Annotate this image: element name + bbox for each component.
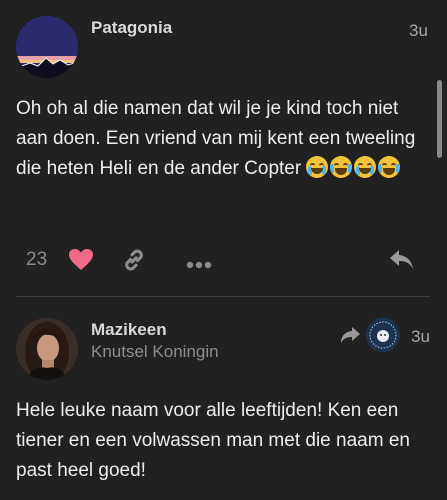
post2-body: Hele leuke naam voor alle leeftijden! Ke… [16,400,410,481]
post2-username[interactable]: Mazikeen [91,320,167,340]
like-count[interactable]: 23 [26,249,47,271]
more-options-icon[interactable] [186,256,212,274]
post1-actions: 23 [0,244,447,276]
post2-user-title: Knutsel Koningin [91,342,219,361]
tears-of-joy-face-icon [330,156,353,178]
heart-icon[interactable] [68,248,94,277]
tears-of-joy-face-icon [378,156,401,178]
post2-time[interactable]: 3u [411,327,430,347]
reply-icon[interactable] [388,248,416,277]
avatar-mazikeen[interactable] [16,318,78,380]
post1-time[interactable]: 3u [409,21,428,41]
post1-username[interactable]: Patagonia [91,18,172,38]
loudly-crying-face-icon [354,156,377,178]
reply-to-avatar[interactable] [366,318,400,352]
post-divider [16,296,430,297]
loudly-crying-face-icon [306,156,329,178]
topic-stream: Patagonia 3u Oh oh al die namen dat wil … [0,0,447,500]
link-icon[interactable] [121,247,147,278]
reply-to-icon[interactable] [339,326,361,349]
post1-body: Oh oh al die namen dat wil je je kind to… [16,94,426,184]
scrollbar[interactable] [437,80,442,158]
avatar-patagonia[interactable] [16,16,78,78]
